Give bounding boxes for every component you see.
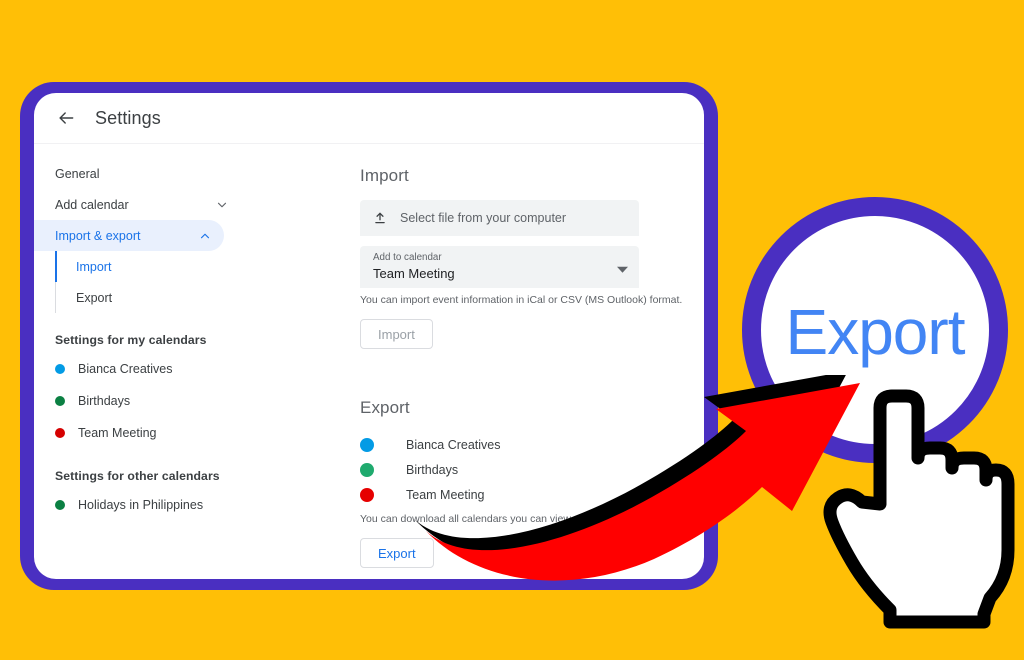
export-calendar-bianca-creatives: Bianca Creatives xyxy=(360,432,704,457)
calendar-label: Holidays in Philippines xyxy=(78,498,204,512)
upload-icon xyxy=(373,211,387,225)
chevron-up-icon xyxy=(198,229,212,243)
sidebar-item-label: Import & export xyxy=(55,228,141,243)
add-to-calendar-select[interactable]: Add to calendar Team Meeting xyxy=(360,246,639,288)
sidebar-item-general[interactable]: General xyxy=(34,158,241,189)
chevron-down-icon xyxy=(215,198,229,212)
settings-sidebar: General Add calendar Import & export Imp… xyxy=(34,144,241,521)
export-callout-label: Export xyxy=(785,296,966,368)
my-calendars-heading: Settings for my calendars xyxy=(55,333,207,347)
export-calendar-team-meeting: Team Meeting xyxy=(360,482,704,507)
file-picker-label: Select file from your computer xyxy=(400,211,567,225)
export-section: Export Bianca Creatives Birthdays Team M… xyxy=(360,398,704,568)
file-picker[interactable]: Select file from your computer xyxy=(360,200,639,236)
sidebar-subitem-export[interactable]: Export xyxy=(55,282,241,313)
sidebar-calendar-birthdays[interactable]: Birthdays xyxy=(34,385,241,417)
sidebar-item-import-export[interactable]: Import & export xyxy=(34,220,224,251)
calendar-label: Bianca Creatives xyxy=(78,362,173,376)
calendar-color-dot xyxy=(360,437,374,452)
sidebar-item-label: General xyxy=(55,166,100,181)
import-helper-text: You can import event information in iCal… xyxy=(360,294,683,306)
export-callout-circle: Export xyxy=(742,197,1008,463)
settings-content: Import Select file from your computer Ad… xyxy=(241,144,704,579)
calendar-color-dot xyxy=(360,487,374,502)
calendar-label: Team Meeting xyxy=(78,426,157,440)
sidebar-calendar-holidays-in-philippines[interactable]: Holidays in Philippines xyxy=(34,489,241,521)
calendar-label: Birthdays xyxy=(78,394,131,408)
sidebar-calendar-bianca-creatives[interactable]: Bianca Creatives xyxy=(34,353,241,385)
calendar-color-dot xyxy=(55,428,65,438)
caret-down-icon[interactable] xyxy=(617,262,628,280)
arrow-left-icon[interactable] xyxy=(55,107,77,129)
sidebar-subitem-import[interactable]: Import xyxy=(55,251,241,282)
add-to-calendar-value: Team Meeting xyxy=(373,266,455,281)
calendar-label: Bianca Creatives xyxy=(406,437,501,452)
settings-card: Settings General Add calendar Import & e… xyxy=(34,93,704,579)
sidebar-item-add-calendar[interactable]: Add calendar xyxy=(34,189,241,220)
sidebar-calendar-team-meeting[interactable]: Team Meeting xyxy=(34,417,241,449)
calendar-label: Birthdays xyxy=(406,462,459,477)
sidebar-subitem-label: Import xyxy=(76,259,112,274)
export-section-title: Export xyxy=(360,398,410,417)
page-title: Settings xyxy=(95,107,161,128)
import-section-title: Import xyxy=(360,166,409,185)
export-button[interactable]: Export xyxy=(360,538,434,568)
sidebar-subitem-label: Export xyxy=(76,290,113,305)
calendar-label: Team Meeting xyxy=(406,487,485,502)
other-calendars-heading: Settings for other calendars xyxy=(55,469,220,483)
calendar-color-dot xyxy=(360,462,374,477)
calendar-color-dot xyxy=(55,396,65,406)
app-header: Settings xyxy=(34,93,704,144)
export-calendar-birthdays: Birthdays xyxy=(360,457,704,482)
sidebar-subitems: Import Export xyxy=(34,251,241,313)
add-to-calendar-label: Add to calendar xyxy=(373,252,442,263)
calendar-color-dot xyxy=(55,364,65,374)
calendar-color-dot xyxy=(55,500,65,510)
import-button[interactable]: Import xyxy=(360,319,433,349)
sidebar-item-label: Add calendar xyxy=(55,197,129,212)
export-helper-text: You can download all calendars you can v… xyxy=(360,513,628,525)
